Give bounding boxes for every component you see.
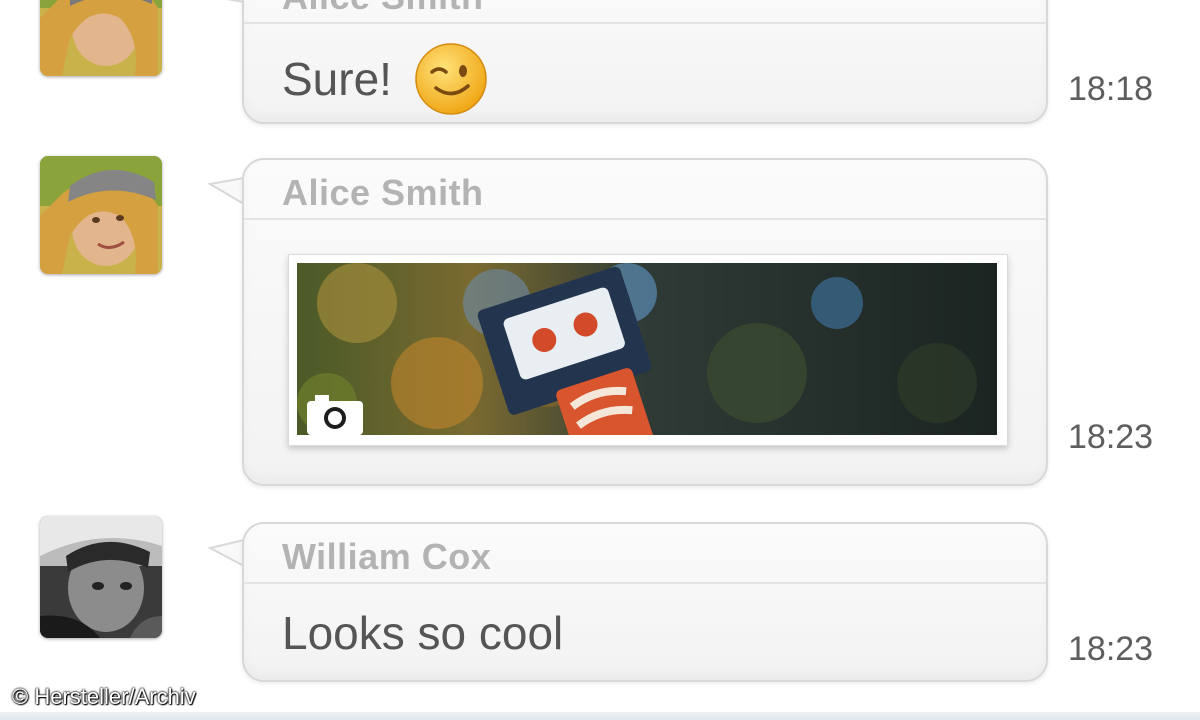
sender-name: Alice Smith — [282, 172, 484, 213]
camera-icon — [307, 395, 363, 435]
avatar-alice-smith[interactable] — [40, 0, 162, 76]
sender-name: Alice Smith — [282, 0, 484, 18]
image-credit: © Hersteller/Archiv — [12, 684, 196, 709]
bottom-strip — [0, 712, 1200, 720]
bubble-divider — [244, 582, 1046, 584]
avatar-william-cox[interactable] — [40, 516, 162, 638]
message-text: Sure! — [282, 42, 488, 116]
message-bubble[interactable]: Alice Smith Sure! — [242, 0, 1048, 124]
message-timestamp: 18:18 — [1068, 70, 1154, 108]
bubble-tail — [207, 539, 245, 567]
avatar-alice-smith[interactable] — [40, 156, 162, 274]
winking-face-icon — [415, 43, 487, 115]
photo-attachment[interactable] — [288, 254, 1008, 446]
message-bubble[interactable]: Alice Smith — [242, 158, 1048, 486]
bubble-divider — [244, 218, 1046, 220]
message-text-content: Sure! — [282, 53, 392, 105]
message-bubble[interactable]: William Cox Looks so cool — [242, 522, 1048, 682]
bubble-divider — [244, 22, 1046, 24]
message-timestamp: 18:23 — [1068, 630, 1154, 668]
message-text: Looks so cool — [282, 607, 564, 659]
sender-name: William Cox — [282, 536, 492, 577]
message-timestamp: 18:23 — [1068, 418, 1154, 456]
bubble-tail — [226, 0, 245, 3]
bubble-tail — [207, 177, 245, 205]
